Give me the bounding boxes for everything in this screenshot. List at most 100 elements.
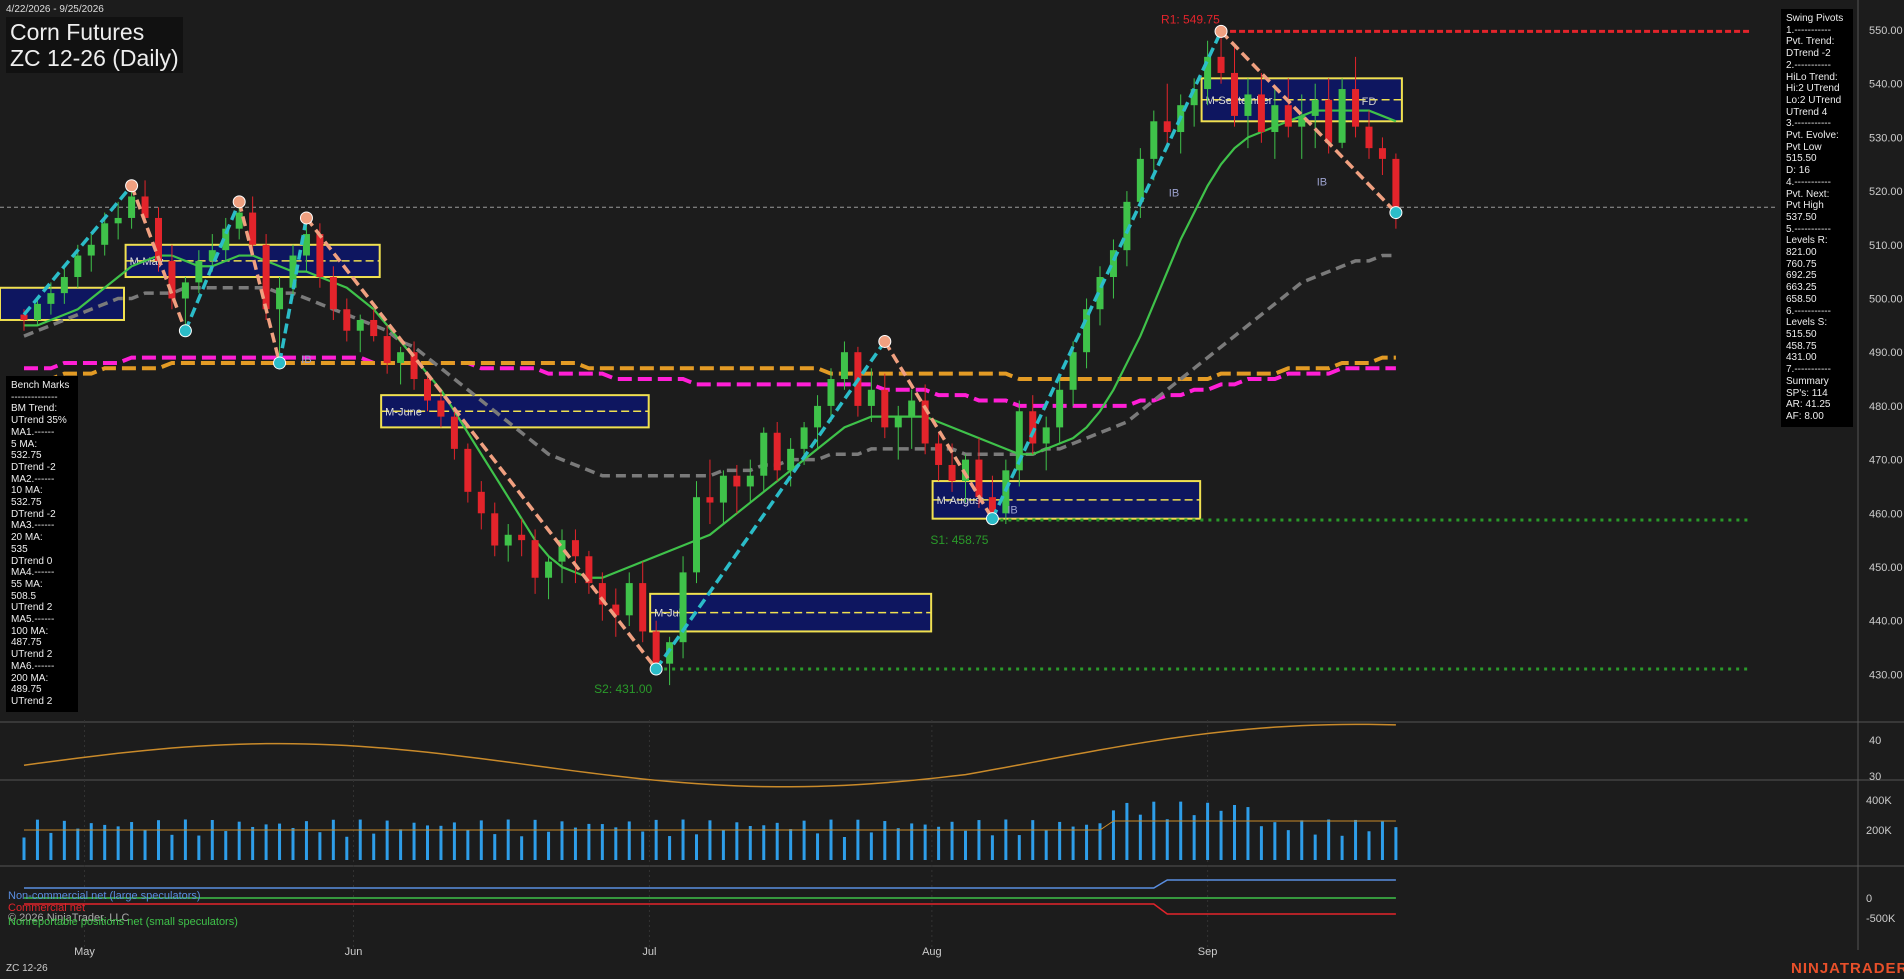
y-tick-label: 540.00	[1869, 79, 1903, 91]
candle-body	[1257, 94, 1265, 133]
support-label: S2: 431.00	[594, 682, 652, 696]
candle-body	[1083, 309, 1091, 353]
candle-body	[894, 416, 902, 428]
swing-pivots-panel: Swing Pivots 1.----------- Pvt. Trend: DTr…	[1781, 9, 1853, 427]
swing-pivot-marker	[178, 324, 192, 338]
candle-body	[518, 534, 526, 541]
bench-marks-line: MA3.------	[11, 520, 55, 532]
bench-marks-line: 535	[11, 543, 28, 555]
ib-label: IB	[1169, 187, 1179, 199]
bench-marks-line: 5 MA:	[11, 438, 38, 450]
swing-pivots-line: 4.-----------	[1786, 176, 1831, 188]
chart-title: Corn Futures ZC 12-26 (Daily)	[6, 17, 183, 73]
x-tick-label: Sep	[1198, 946, 1218, 958]
ma55-line	[23, 253, 1396, 478]
candle-body	[1042, 427, 1050, 444]
swing-line	[237, 201, 282, 364]
cot-tick-label: -500K	[1866, 913, 1896, 925]
bench-marks-line: 489.75	[11, 684, 42, 696]
cot-legend-nonreportable: Nonreportable positions net (small specu…	[8, 916, 238, 928]
swing-pivots-line: 692.25	[1786, 270, 1817, 282]
candle-body	[477, 491, 485, 514]
candle-body	[827, 379, 835, 406]
fd-label: FD	[1362, 96, 1377, 108]
candle-body	[1284, 105, 1292, 127]
support-label: S1: 458.75	[930, 533, 988, 547]
bench-marks-panel: Bench Marks -------------- BM Trend: UTre…	[6, 376, 78, 712]
ib-label: IB	[1317, 177, 1327, 189]
candle-body	[746, 475, 754, 487]
candle-body	[74, 255, 82, 278]
bench-marks-line: 20 MA:	[11, 532, 43, 544]
swing-pivots-line: Hi:2 UTrend	[1786, 83, 1840, 95]
swing-line	[305, 216, 658, 671]
candle-body	[437, 400, 445, 417]
candle-body	[114, 217, 122, 224]
bench-marks-line: 532.75	[11, 450, 42, 462]
swing-pivots-line: Pvt. Next:	[1786, 188, 1830, 200]
candle-body	[424, 379, 431, 401]
y-tick-label: 460.00	[1869, 508, 1903, 520]
candle-body	[652, 631, 660, 664]
swing-line	[990, 30, 1223, 520]
y-tick-label: 450.00	[1869, 562, 1903, 574]
candle-body	[1325, 99, 1333, 143]
cot-tick-label: 0	[1866, 893, 1872, 905]
y-tick-label: 480.00	[1869, 401, 1903, 413]
swing-pivots-line: 5.-----------	[1786, 223, 1831, 235]
swing-pivots-line: 2.-----------	[1786, 59, 1831, 71]
ninjatrader-logo: NINJATRADER	[1791, 960, 1904, 977]
candle-body	[491, 513, 499, 546]
y-tick-label: 500.00	[1869, 294, 1903, 306]
monthly-box-label: M-June	[385, 406, 422, 418]
candle-body	[760, 432, 768, 476]
y-tick-label: 520.00	[1869, 186, 1903, 198]
x-tick-label: Jul	[642, 946, 656, 958]
candle-body	[329, 277, 337, 310]
candle-body	[1056, 389, 1064, 428]
x-tick-label: May	[74, 946, 95, 958]
swing-pivots-line: 537.50	[1786, 211, 1817, 223]
swing-pivots-line: DTrend -2	[1786, 48, 1831, 60]
price-chart[interactable]: May Jun Jul Aug Sep 550.00 540.00 530.00 520.00 5…	[0, 0, 1904, 979]
candle-body	[155, 217, 162, 261]
swing-pivots-line: Lo:2 UTrend	[1786, 94, 1842, 106]
swing-pivot-marker	[649, 662, 663, 676]
bench-marks-line: BM Trend:	[11, 403, 58, 415]
candle-body	[1244, 94, 1252, 116]
candle-body	[1231, 72, 1238, 116]
swing-pivots-line: Levels S:	[1786, 317, 1828, 329]
instrument-symbol: ZC 12-26 (Daily)	[10, 45, 179, 71]
candle-body	[787, 448, 795, 471]
bench-marks-line: UTrend 35%	[11, 415, 67, 427]
candle-body	[814, 405, 822, 428]
swing-pivots-line: 458.75	[1786, 340, 1817, 352]
candle-body	[1352, 89, 1360, 127]
instrument-name: Corn Futures	[10, 19, 145, 45]
candle-body	[1069, 352, 1077, 390]
swing-pivot-marker	[299, 211, 313, 225]
bench-marks-line: DTrend 0	[11, 555, 53, 567]
bench-marks-sep: --------------	[11, 391, 58, 403]
swing-pivots-line: AR: 41.25	[1786, 399, 1831, 411]
candle-body	[1298, 115, 1306, 127]
ib-label: IB	[1007, 504, 1017, 516]
candle-body	[195, 260, 203, 283]
bench-marks-line: 100 MA:	[11, 625, 49, 637]
y-tick-label: 510.00	[1869, 240, 1903, 252]
candle-body	[733, 475, 741, 487]
swing-pivots-line: AF: 8.00	[1786, 410, 1824, 422]
candle-body	[276, 287, 284, 310]
candle-body	[1029, 411, 1037, 444]
candle-body	[87, 244, 95, 256]
bench-marks-line: MA1.------	[11, 426, 55, 438]
swing-pivot-marker	[1389, 206, 1403, 220]
bench-marks-line: 532.75	[11, 497, 42, 509]
candle-body	[625, 583, 633, 616]
candle-body	[706, 497, 714, 503]
bench-marks-line: DTrend -2	[11, 461, 56, 473]
swing-pivot-marker	[878, 334, 892, 348]
candle-body	[1136, 158, 1144, 202]
candle-body	[1392, 158, 1400, 213]
bench-marks-line: 10 MA:	[11, 485, 43, 497]
